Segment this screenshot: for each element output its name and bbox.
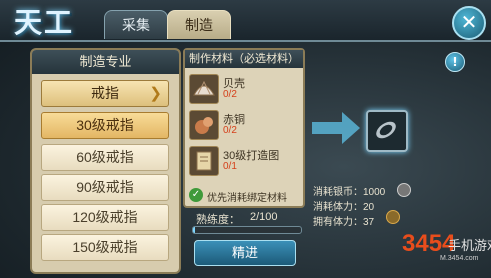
owned-stamina: 拥有体力：37 [313,213,374,228]
category-rings[interactable]: 戒指 ❯ [41,80,169,107]
category-label: 戒指 [91,85,119,101]
category-panel-title: 制造专业 [32,50,179,74]
crafting-window: 天工 采集 制造 ✕ 制造专业 戒指 ❯ 30级戒指 60级戒指 90级戒指 1… [0,0,491,278]
cost-value: 1000 [363,187,386,198]
cost-silver: 消耗银币：1000 [313,183,385,198]
game-logo: 天工 [14,6,75,39]
bind-material-label: 优先消耗绑定材料 [207,193,287,204]
check-icon: ✓ [191,189,201,200]
proficiency-bar [192,226,302,234]
watermark-text: 手机游戏 [448,238,491,253]
category-30-ring[interactable]: 30级戒指 [41,112,169,139]
scroll-icon [189,146,219,176]
ring-icon [373,118,399,142]
watermark-url: M.3454.com [440,255,479,262]
cost-value: 20 [363,202,375,213]
bind-material-checkbox[interactable]: ✓ [189,188,203,202]
chevron-right-icon: ❯ [149,85,162,102]
silver-coin-icon [397,183,411,197]
category-panel: 制造专业 戒指 ❯ 30级戒指 60级戒指 90级戒指 120级戒指 150级戒… [30,48,181,274]
materials-title: 制作材料（必选材料） [185,50,303,68]
material-item-blueprint[interactable]: 30级打造图 0/1 [189,146,299,176]
proficiency-value: 2/100 [250,211,278,223]
tab-craft[interactable]: 制造 [167,10,231,39]
material-count: 0/1 [223,161,237,172]
craft-button[interactable]: 精进 [194,240,296,266]
cost-value: 37 [363,217,375,228]
arrow-right-icon [312,112,360,144]
close-icon: ✕ [460,10,478,34]
top-bar: 天工 采集 制造 ✕ [0,0,491,42]
result-item-slot[interactable] [366,110,408,152]
copper-icon [189,110,219,140]
tab-gather[interactable]: 采集 [104,10,168,39]
shell-icon [189,74,219,104]
cost-label: 消耗银币： [313,187,363,198]
help-button[interactable]: ! [445,52,465,72]
cost-label: 消耗体力： [313,202,363,213]
stamina-icon [386,210,400,224]
category-60-ring[interactable]: 60级戒指 [41,144,169,171]
site-watermark: 3454 手机游戏 M.3454.com [400,228,491,278]
category-150-ring[interactable]: 150级戒指 [41,234,169,261]
materials-panel: 制作材料（必选材料） 贝壳 0/2 赤铜 0/2 30级打造图 0/1 ✓ 优先… [183,48,305,208]
cost-label: 拥有体力： [313,217,363,228]
material-count: 0/2 [223,89,237,100]
material-count: 0/2 [223,125,237,136]
category-120-ring[interactable]: 120级戒指 [41,204,169,231]
proficiency-bar-fill [193,227,196,233]
cost-stamina: 消耗体力：20 [313,198,374,213]
proficiency-label: 熟练度： [196,214,240,226]
category-90-ring[interactable]: 90级戒指 [41,174,169,201]
material-item-shell[interactable]: 贝壳 0/2 [189,74,299,104]
material-item-copper[interactable]: 赤铜 0/2 [189,110,299,140]
close-button[interactable]: ✕ [452,6,486,40]
